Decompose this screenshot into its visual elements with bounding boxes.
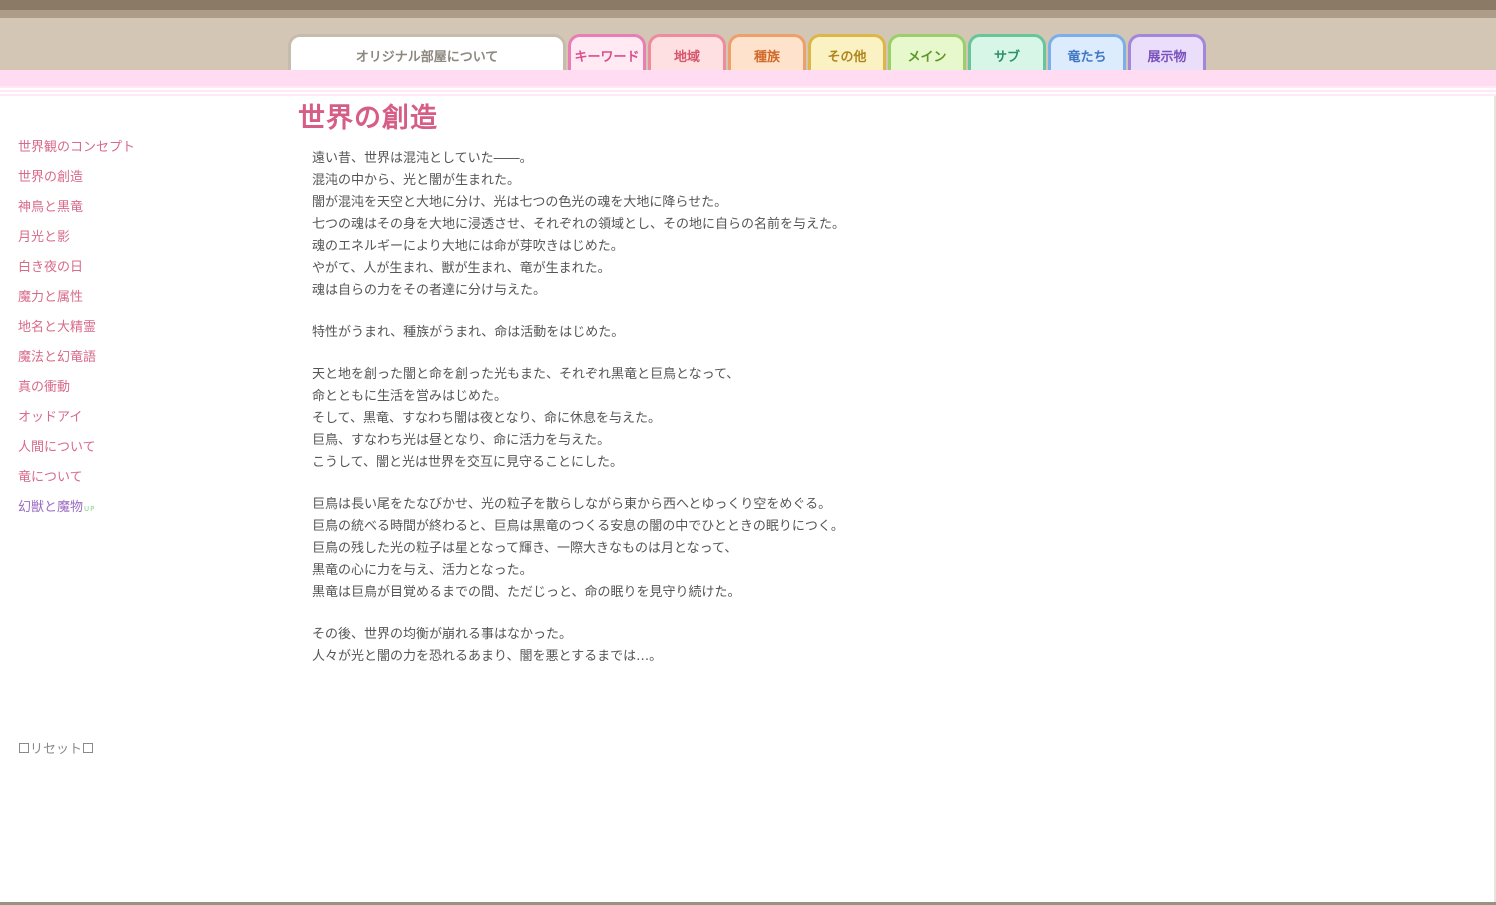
sidebar-item-dragons[interactable]: 竜について — [18, 468, 218, 498]
text-line: 混沌の中から、光と闇が生まれた。 — [312, 173, 521, 188]
paragraph: 特性がうまれ、種族がうまれ、命は活動をはじめた。 — [312, 322, 1212, 344]
main-content: 遠い昔、世界は混沌としていた――。 混沌の中から、光と闇が生まれた。 闇が混沌を… — [312, 148, 1212, 688]
header-band-mid — [0, 10, 1496, 18]
tab-other[interactable]: その他 — [808, 34, 886, 70]
sidebar-item-moonlight[interactable]: 月光と影 — [18, 228, 218, 258]
sidebar-item-creation[interactable]: 世界の創造 — [18, 168, 218, 198]
up-badge: UP — [84, 505, 96, 513]
text-line: 天と地を創った闇と命を創った光もまた、それぞれ黒竜と巨鳥となって、 — [312, 367, 740, 382]
paragraph: 遠い昔、世界は混沌としていた――。 混沌の中から、光と闇が生まれた。 闇が混沌を… — [312, 148, 1212, 302]
header-stripes — [0, 86, 1496, 96]
text-line: 闇が混沌を天空と大地に分け、光は七つの色光の魂を大地に降らせた。 — [312, 195, 728, 210]
text-line: 黒竜は巨鳥が目覚めるまでの間、ただじっと、命の眠りを見守り続けた。 — [312, 585, 741, 600]
reset-label: リセット — [30, 742, 83, 757]
sidebar-item-odd-eye[interactable]: オッドアイ — [18, 408, 218, 438]
reset-link[interactable]: リセット — [18, 738, 94, 757]
page-title: 世界の創造 — [298, 103, 438, 134]
text-line: 巨鳥の残した光の粒子は星となって輝き、一際大きなものは月となって、 — [312, 541, 738, 556]
tab-sub[interactable]: サブ — [968, 34, 1046, 70]
text-line: 巨鳥は長い尾をたなびかせ、光の粒子を散らしながら東から西へとゆっくり空をめぐる。 — [312, 497, 832, 512]
tab-tribe[interactable]: 種族 — [728, 34, 806, 70]
paragraph: 天と地を創った闇と命を創った光もまた、それぞれ黒竜と巨鳥となって、 命とともに生… — [312, 364, 1212, 474]
tab-keyword[interactable]: キーワード — [568, 34, 646, 70]
text-line: 巨鳥の統べる時間が終わると、巨鳥は黒竜のつくる安息の闇の中でひとときの眠りにつく… — [312, 519, 844, 534]
paragraph: その後、世界の均衡が崩れる事はなかった。 人々が光と闇の力を恐れるあまり、闇を悪… — [312, 624, 1212, 668]
text-line: やがて、人が生まれ、獣が生まれ、竜が生まれた。 — [312, 261, 611, 276]
text-line: 遠い昔、世界は混沌としていた――。 — [312, 151, 533, 166]
text-line: 黒竜の心に力を与え、活力となった。 — [312, 563, 533, 578]
sidebar-item-concept[interactable]: 世界観のコンセプト — [18, 138, 218, 168]
sidebar-item-magic-attribute[interactable]: 魔力と属性 — [18, 288, 218, 318]
text-line: 命とともに生活を営みはじめた。 — [312, 389, 508, 404]
text-line: 七つの魂はその身を大地に浸透させ、それぞれの領域とし、その地に自らの名前を与えた… — [312, 217, 846, 232]
text-line: 人々が光と闇の力を恐れるあまり、闇を悪とするまでは…。 — [312, 649, 663, 664]
sidebar-item-label: 幻獣と魔物 — [18, 500, 84, 515]
text-line: 巨鳥、すなわち光は昼となり、命に活力を与えた。 — [312, 433, 611, 448]
tab-dragons[interactable]: 竜たち — [1048, 34, 1126, 70]
header-pink-band — [0, 70, 1496, 86]
text-line: 特性がうまれ、種族がうまれ、命は活動をはじめた。 — [312, 325, 625, 340]
checkbox-icon — [19, 742, 29, 753]
sidebar-item-place-spirit[interactable]: 地名と大精霊 — [18, 318, 218, 348]
sidebar-item-beasts[interactable]: 幻獣と魔物UP — [18, 498, 218, 528]
paragraph: 巨鳥は長い尾をたなびかせ、光の粒子を散らしながら東から西へとゆっくり空をめぐる。… — [312, 494, 1212, 604]
tab-exhibit[interactable]: 展示物 — [1128, 34, 1206, 70]
text-line: 魂は自らの力をその者達に分け与えた。 — [312, 283, 547, 298]
sidebar-item-humans[interactable]: 人間について — [18, 438, 218, 468]
tab-about[interactable]: オリジナル部屋について — [288, 34, 566, 70]
header-band-dark — [0, 0, 1496, 10]
tab-main[interactable]: メイン — [888, 34, 966, 70]
sidebar-item-bird-dragon[interactable]: 神鳥と黒竜 — [18, 198, 218, 228]
sidebar-nav: 世界観のコンセプト 世界の創造 神鳥と黒竜 月光と影 白き夜の日 魔力と属性 地… — [18, 138, 218, 528]
text-line: 魂のエネルギーにより大地には命が芽吹きはじめた。 — [312, 239, 624, 254]
text-line: そして、黒竜、すなわち闇は夜となり、命に休息を与えた。 — [312, 411, 662, 426]
tab-region[interactable]: 地域 — [648, 34, 726, 70]
text-line: その後、世界の均衡が崩れる事はなかった。 — [312, 627, 573, 642]
sidebar-item-magic-language[interactable]: 魔法と幻竜語 — [18, 348, 218, 378]
checkbox-icon — [83, 742, 94, 753]
sidebar-item-true-impulse[interactable]: 真の衝動 — [18, 378, 218, 408]
sidebar-item-white-night[interactable]: 白き夜の日 — [18, 258, 218, 288]
text-line: こうして、闇と光は世界を交互に見守ることにした。 — [312, 455, 623, 470]
